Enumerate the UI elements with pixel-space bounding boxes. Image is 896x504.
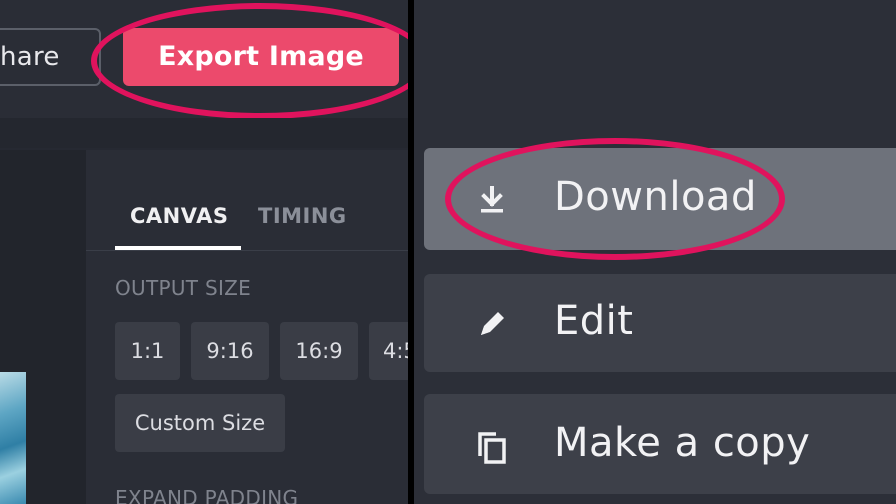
expand-padding-label: EXPAND PADDING [115,486,299,504]
size-option-1-1[interactable]: 1:1 [115,322,180,380]
output-size-label: OUTPUT SIZE [115,276,252,300]
editor-panel: hare Export Image CANVAS TIMING OUTPUT S… [0,0,408,504]
tab-timing[interactable]: TIMING [258,204,347,228]
size-option-4-5[interactable]: 4:5 [369,322,408,380]
download-icon [481,186,503,213]
toolbar-strip [0,118,408,148]
menu-label-edit: Edit [554,298,634,344]
menu-item-download[interactable]: Download [424,148,896,250]
settings-panel: CANVAS TIMING OUTPUT SIZE 1:1 9:16 16:9 … [86,150,408,504]
pencil-icon [481,312,504,335]
menu-label-make-copy: Make a copy [554,420,811,466]
editor-topbar: hare Export Image [0,0,408,118]
export-image-button[interactable]: Export Image [123,28,399,86]
tab-canvas[interactable]: CANVAS [130,204,228,228]
size-option-16-9[interactable]: 16:9 [280,322,358,380]
share-button[interactable]: hare [0,28,101,86]
menu-item-edit[interactable]: Edit [424,274,896,372]
export-menu-panel: Download Edit Make a copy [414,0,896,504]
copy-icon [478,432,506,464]
canvas-thumbnail[interactable] [0,372,26,504]
custom-size-button[interactable]: Custom Size [115,394,285,452]
size-option-9-16[interactable]: 9:16 [191,322,269,380]
tab-divider [86,250,408,251]
menu-label-download: Download [554,174,757,220]
menu-item-make-copy[interactable]: Make a copy [424,394,896,494]
